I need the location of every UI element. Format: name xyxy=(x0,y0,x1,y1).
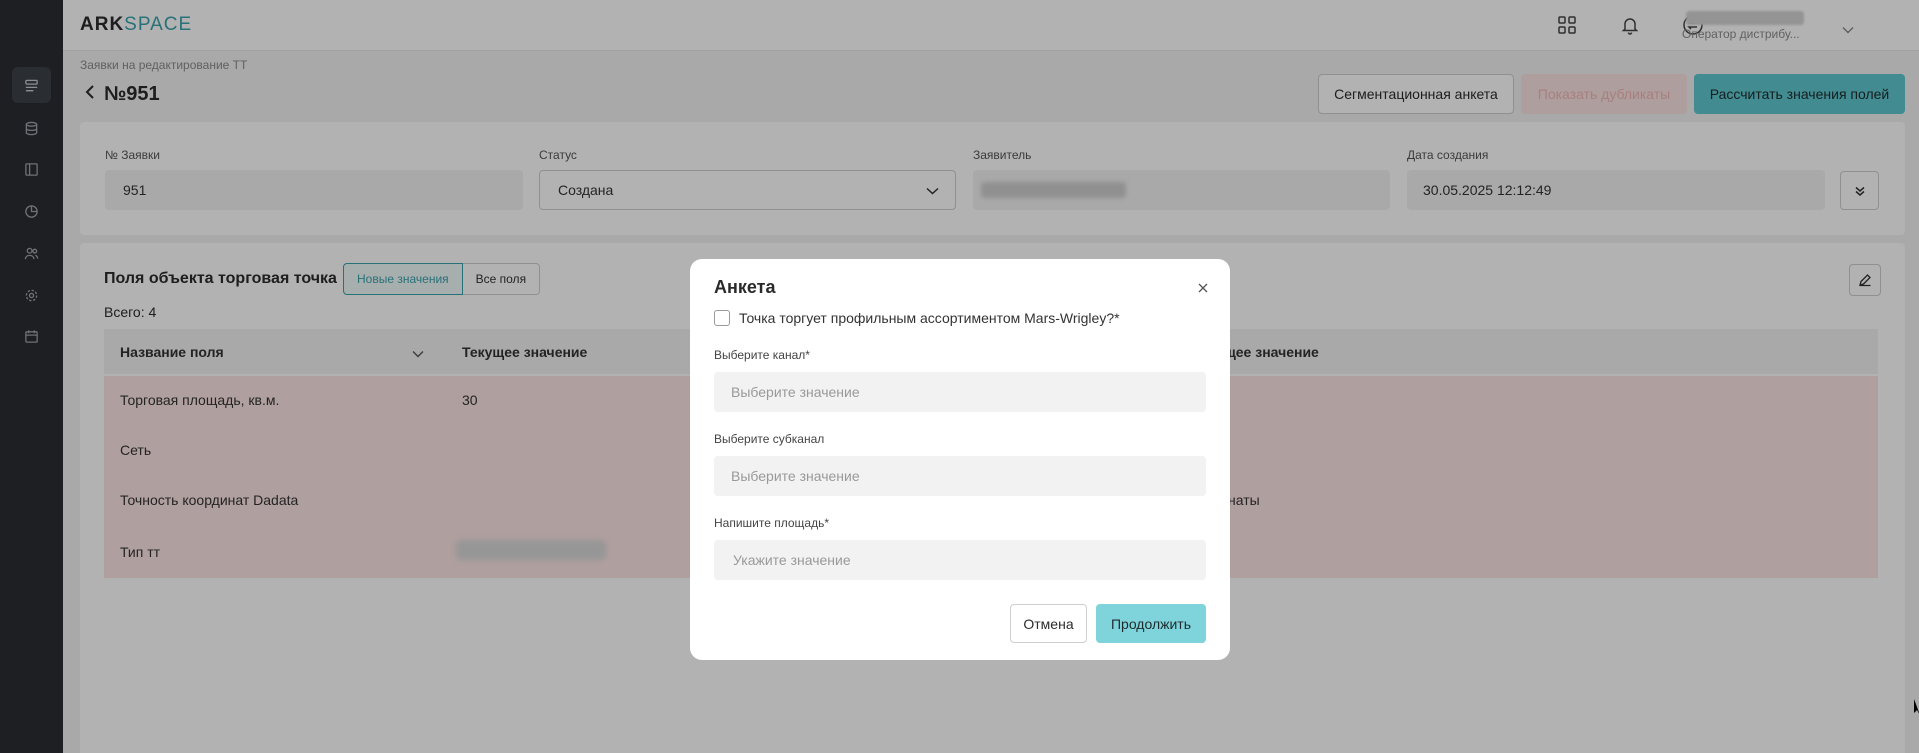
area-input[interactable]: Укажите значение xyxy=(714,540,1206,580)
area-label: Напишите площадь* xyxy=(714,516,830,530)
subchannel-placeholder: Выберите значение xyxy=(731,468,860,484)
modal-title: Анкета xyxy=(714,277,776,297)
cancel-button[interactable]: Отмена xyxy=(1010,604,1087,643)
survey-modal: Анкета Точка торгует профильным ассортим… xyxy=(690,259,1230,660)
subchannel-label: Выберите субканал xyxy=(714,432,825,446)
channel-select[interactable]: Выберите значение xyxy=(714,372,1206,412)
mars-wrigley-checkbox-row[interactable]: Точка торгует профильным ассортиментом M… xyxy=(714,310,1120,326)
channel-placeholder: Выберите значение xyxy=(731,384,860,400)
mars-wrigley-checkbox-label: Точка торгует профильным ассортиментом M… xyxy=(739,310,1120,326)
subchannel-select[interactable]: Выберите значение xyxy=(714,456,1206,496)
channel-label: Выберите канал* xyxy=(714,348,810,362)
close-icon xyxy=(1198,283,1208,293)
continue-button[interactable]: Продолжить xyxy=(1096,604,1206,643)
area-placeholder: Укажите значение xyxy=(733,552,851,568)
mouse-cursor-icon xyxy=(1914,699,1919,718)
mars-wrigley-checkbox[interactable] xyxy=(714,310,730,326)
close-button[interactable] xyxy=(1195,280,1211,296)
